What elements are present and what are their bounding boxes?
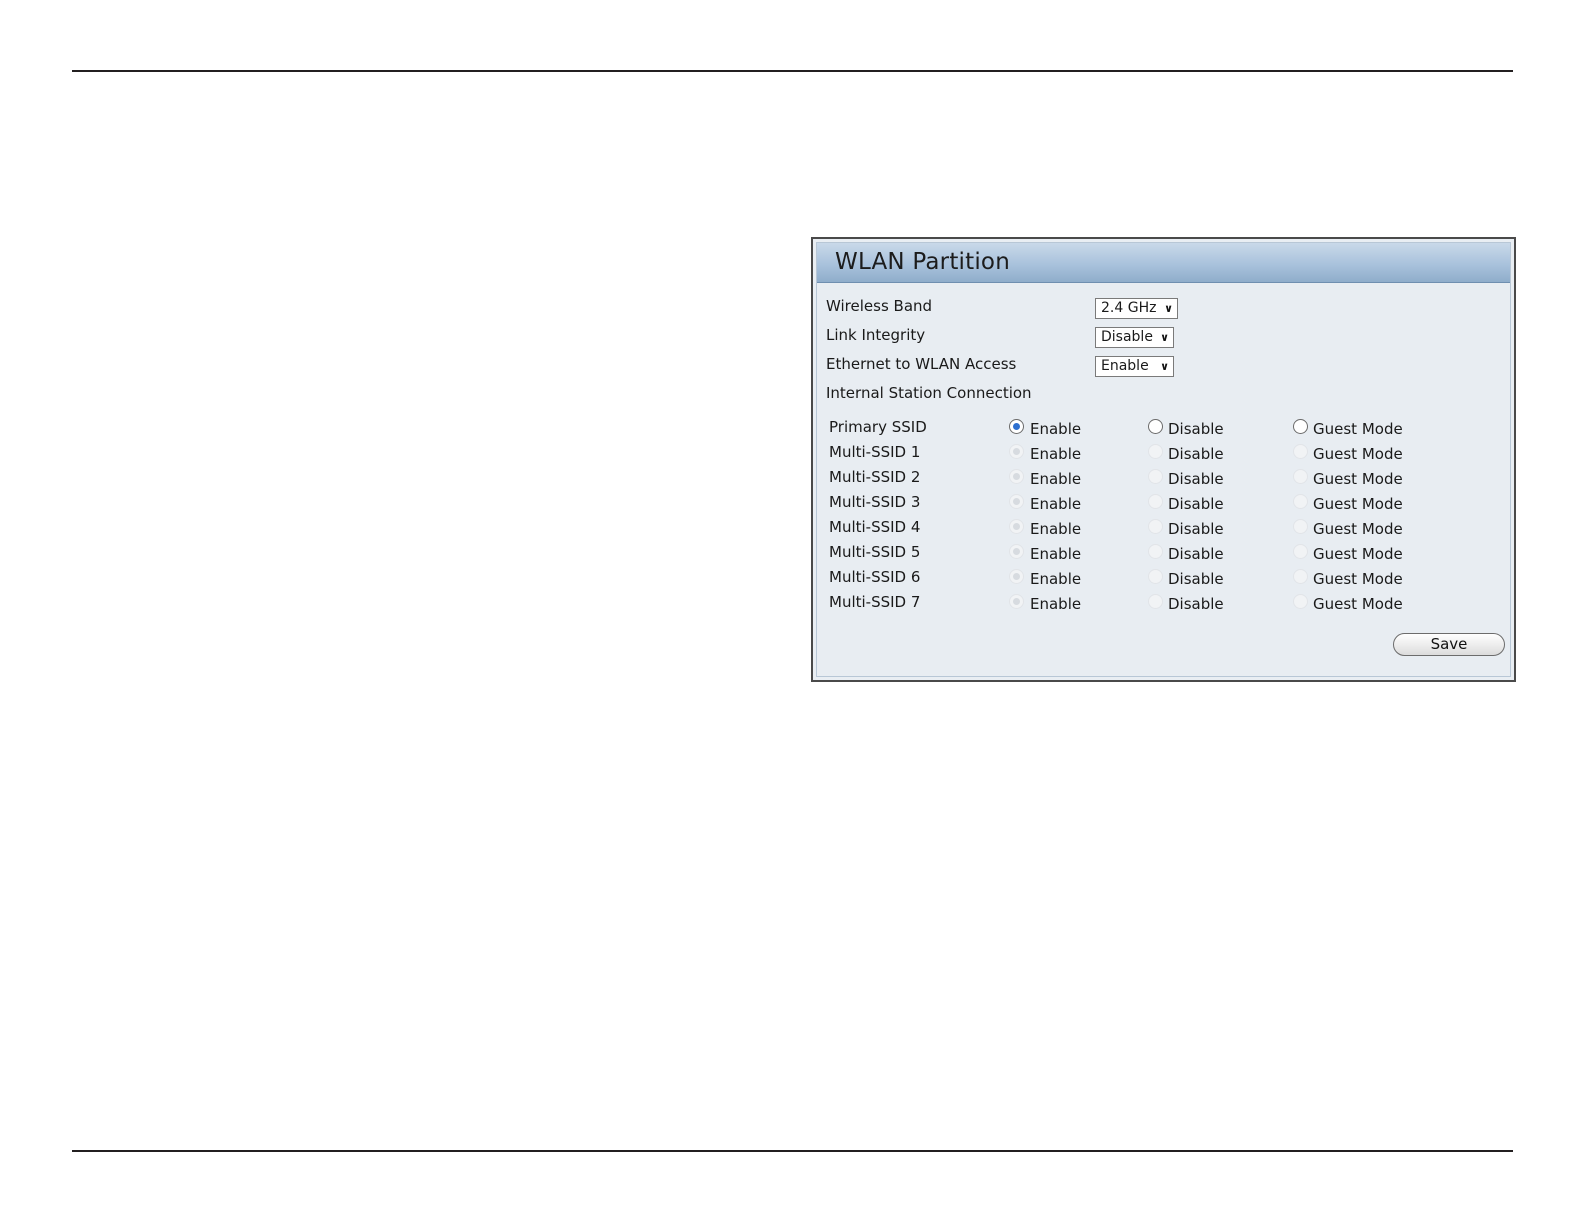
radio-disable[interactable] bbox=[1148, 419, 1163, 434]
radio-disable-label: Disable bbox=[1168, 595, 1224, 613]
radio-guest-label: Guest Mode bbox=[1313, 570, 1403, 588]
radio-enable-label: Enable bbox=[1030, 470, 1082, 488]
radio-disable bbox=[1148, 469, 1163, 484]
radio-enable bbox=[1009, 544, 1024, 559]
wireless-band-value: 2.4 GHz bbox=[1101, 300, 1157, 316]
radio-disable-label: Disable bbox=[1168, 545, 1224, 563]
radio-enable-label: Enable bbox=[1030, 595, 1082, 613]
radio-enable bbox=[1009, 569, 1024, 584]
ethernet-to-wlan-select[interactable]: Enable ∨ bbox=[1095, 356, 1174, 377]
radio-disable-label: Disable bbox=[1168, 495, 1224, 513]
radio-enable-label: Enable bbox=[1030, 570, 1082, 588]
ssid-row: Multi-SSID 1 Enable Disable Guest Mode bbox=[817, 443, 1510, 467]
ssid-label: Multi-SSID 6 bbox=[829, 568, 921, 586]
radio-enable bbox=[1009, 444, 1024, 459]
radio-enable-label: Enable bbox=[1030, 545, 1082, 563]
page-top-rule bbox=[72, 70, 1513, 72]
wireless-band-select[interactable]: 2.4 GHz ∨ bbox=[1095, 298, 1178, 319]
radio-disable bbox=[1148, 494, 1163, 509]
radio-guest-label: Guest Mode bbox=[1313, 595, 1403, 613]
radio-disable bbox=[1148, 444, 1163, 459]
radio-disable-label: Disable bbox=[1168, 420, 1224, 438]
radio-disable bbox=[1148, 519, 1163, 534]
page-bottom-rule bbox=[72, 1150, 1513, 1152]
radio-guest bbox=[1293, 444, 1308, 459]
radio-disable-label: Disable bbox=[1168, 445, 1224, 463]
radio-guest bbox=[1293, 519, 1308, 534]
internal-station-label: Internal Station Connection bbox=[826, 384, 1032, 402]
ethernet-to-wlan-label: Ethernet to WLAN Access bbox=[826, 355, 1017, 373]
ssid-label: Multi-SSID 7 bbox=[829, 593, 921, 611]
ssid-row: Multi-SSID 4 Enable Disable Guest Mode bbox=[817, 518, 1510, 542]
link-integrity-select[interactable]: Disable ∨ bbox=[1095, 327, 1174, 348]
wireless-band-label: Wireless Band bbox=[826, 297, 933, 315]
radio-guest-label: Guest Mode bbox=[1313, 470, 1403, 488]
radio-guest[interactable] bbox=[1293, 419, 1308, 434]
radio-disable-label: Disable bbox=[1168, 470, 1224, 488]
radio-guest-label: Guest Mode bbox=[1313, 520, 1403, 538]
radio-guest-label: Guest Mode bbox=[1313, 545, 1403, 563]
ssid-label: Multi-SSID 5 bbox=[829, 543, 921, 561]
ssid-label: Multi-SSID 1 bbox=[829, 443, 921, 461]
radio-guest bbox=[1293, 469, 1308, 484]
ssid-row: Multi-SSID 6 Enable Disable Guest Mode bbox=[817, 568, 1510, 592]
chevron-down-icon: ∨ bbox=[1160, 360, 1169, 373]
panel-body: WLAN Partition Wireless Band 2.4 GHz ∨ L… bbox=[816, 242, 1511, 677]
ethernet-to-wlan-value: Enable bbox=[1101, 358, 1149, 374]
radio-enable bbox=[1009, 494, 1024, 509]
chevron-down-icon: ∨ bbox=[1160, 331, 1169, 344]
save-button[interactable]: Save bbox=[1393, 633, 1505, 656]
radio-disable bbox=[1148, 594, 1163, 609]
radio-guest bbox=[1293, 594, 1308, 609]
radio-guest bbox=[1293, 494, 1308, 509]
radio-guest-label: Guest Mode bbox=[1313, 445, 1403, 463]
ssid-row: Multi-SSID 2 Enable Disable Guest Mode bbox=[817, 468, 1510, 492]
radio-guest-label: Guest Mode bbox=[1313, 420, 1403, 438]
ssid-label: Multi-SSID 4 bbox=[829, 518, 921, 536]
panel-header: WLAN Partition bbox=[817, 243, 1510, 283]
radio-enable bbox=[1009, 594, 1024, 609]
link-integrity-label: Link Integrity bbox=[826, 326, 926, 344]
ssid-row: Multi-SSID 5 Enable Disable Guest Mode bbox=[817, 543, 1510, 567]
radio-enable-label: Enable bbox=[1030, 495, 1082, 513]
ssid-label: Multi-SSID 3 bbox=[829, 493, 921, 511]
radio-disable-label: Disable bbox=[1168, 520, 1224, 538]
ssid-row: Multi-SSID 3 Enable Disable Guest Mode bbox=[817, 493, 1510, 517]
radio-enable[interactable] bbox=[1009, 419, 1024, 434]
radio-disable-label: Disable bbox=[1168, 570, 1224, 588]
radio-enable-label: Enable bbox=[1030, 520, 1082, 538]
radio-guest bbox=[1293, 544, 1308, 559]
radio-disable bbox=[1148, 569, 1163, 584]
panel-title: WLAN Partition bbox=[835, 249, 1010, 275]
radio-enable-label: Enable bbox=[1030, 445, 1082, 463]
link-integrity-value: Disable bbox=[1101, 329, 1153, 345]
ssid-label: Primary SSID bbox=[829, 418, 927, 436]
radio-enable bbox=[1009, 469, 1024, 484]
ssid-label: Multi-SSID 2 bbox=[829, 468, 921, 486]
ssid-row: Primary SSID Enable Disable Guest Mode bbox=[817, 418, 1510, 442]
ssid-row: Multi-SSID 7 Enable Disable Guest Mode bbox=[817, 593, 1510, 617]
radio-disable bbox=[1148, 544, 1163, 559]
radio-guest bbox=[1293, 569, 1308, 584]
radio-guest-label: Guest Mode bbox=[1313, 495, 1403, 513]
radio-enable-label: Enable bbox=[1030, 420, 1082, 438]
wlan-partition-panel: WLAN Partition Wireless Band 2.4 GHz ∨ L… bbox=[811, 237, 1516, 682]
chevron-down-icon: ∨ bbox=[1164, 302, 1173, 315]
radio-enable bbox=[1009, 519, 1024, 534]
